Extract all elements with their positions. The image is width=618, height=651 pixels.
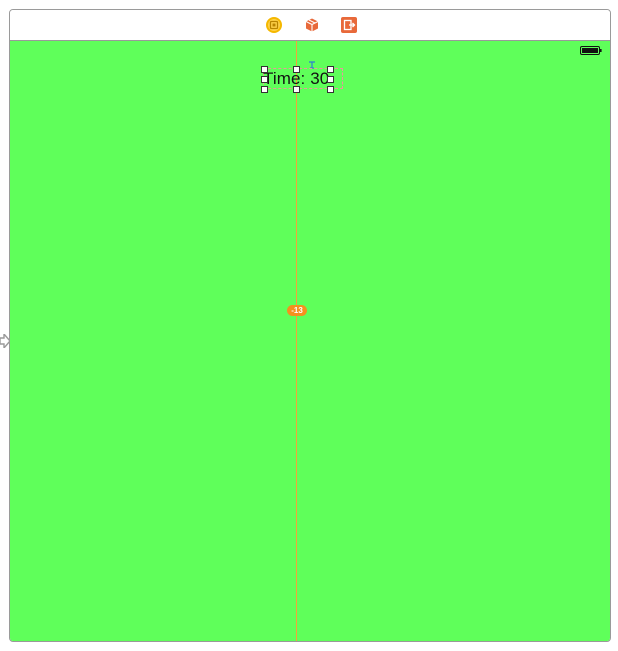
battery-icon [580,46,602,55]
resize-handle-bottom-left[interactable] [261,86,268,93]
resize-handle-bottom[interactable] [293,86,300,93]
scene-dock [10,10,610,41]
constraint-constant-badge[interactable]: -13 [287,305,307,316]
resize-handle-bottom-right[interactable] [327,86,334,93]
view-controller-icon[interactable] [266,17,282,33]
root-view[interactable]: Time: 30 -13 [10,41,610,641]
exit-icon[interactable] [341,17,357,33]
resize-handle-right[interactable] [327,76,334,83]
center-x-constraint-line [296,41,297,641]
first-responder-icon[interactable] [304,17,320,33]
resize-handle-top-left[interactable] [261,66,268,73]
time-label[interactable]: Time: 30 [261,66,343,93]
resize-handle-left[interactable] [261,76,268,83]
resize-handle-top-right[interactable] [327,66,334,73]
resize-handle-top[interactable] [293,66,300,73]
storyboard-scene[interactable]: Time: 30 -13 [9,9,611,642]
